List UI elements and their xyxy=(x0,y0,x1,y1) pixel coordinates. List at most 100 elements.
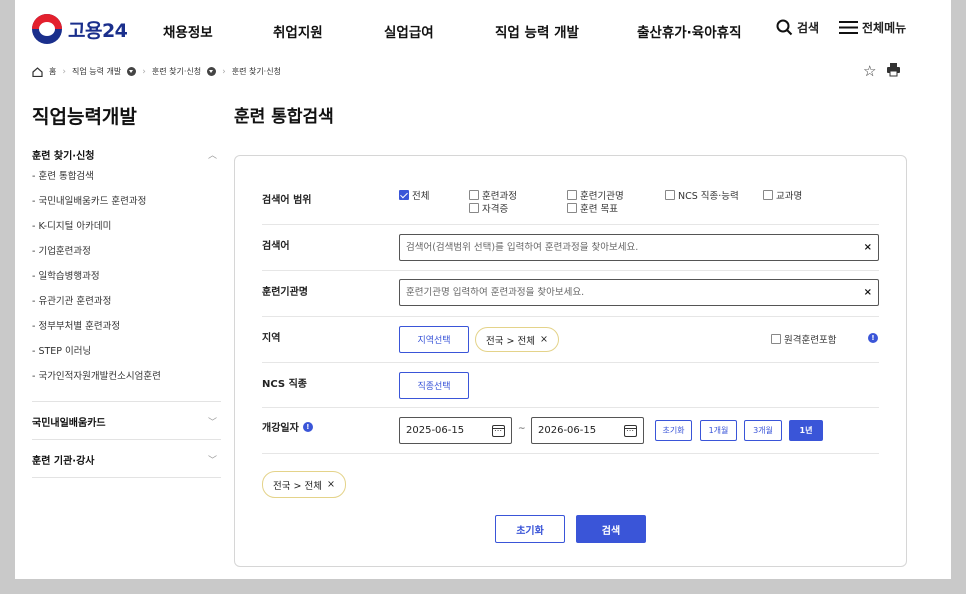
home-icon[interactable] xyxy=(32,66,43,77)
sidebar-item-k-digital[interactable]: - K-디지털 아카데미 xyxy=(32,220,221,245)
sidebar-item-ministry[interactable]: - 정부부처별 훈련과정 xyxy=(32,320,221,345)
checkbox-icon xyxy=(567,203,577,213)
sidebar-item-step[interactable]: - STEP 이러닝 xyxy=(32,345,221,370)
breadcrumb-item-training-search[interactable]: 훈련 찾기·신청 xyxy=(152,66,201,77)
region-chip: 전국 > 전체 × xyxy=(475,327,559,352)
region-select-button[interactable]: 지역선택 xyxy=(399,326,469,353)
scope-checkbox-all[interactable]: 전체 xyxy=(399,188,429,202)
scope-label: 검색어 범위 xyxy=(262,195,312,206)
sidebar-item-work-study[interactable]: - 일학습병행과정 xyxy=(32,270,221,295)
checkbox-icon xyxy=(567,190,577,200)
breadcrumb-home[interactable]: 홈 xyxy=(49,66,56,77)
scope-option-label: 자격증 xyxy=(482,204,509,215)
end-date-input[interactable]: 2026-06-15 xyxy=(531,417,644,444)
info-icon[interactable]: ! xyxy=(302,421,313,432)
sidebar-group-training-search[interactable]: 훈련 찾기·신청 ︿ xyxy=(32,146,221,162)
page-tools: ☆ xyxy=(863,62,901,80)
period-3month-button[interactable]: 3개월 xyxy=(744,420,782,441)
search-button[interactable]: 검색 xyxy=(576,515,646,543)
institution-input[interactable] xyxy=(406,287,864,298)
close-icon[interactable]: × xyxy=(327,479,335,490)
scope-checkbox-ncs[interactable]: NCS 직종·능력 xyxy=(665,188,739,202)
header-search-label: 검색 xyxy=(797,21,820,35)
scope-checkbox-course[interactable]: 훈련과정 xyxy=(469,188,517,202)
search-icon xyxy=(776,19,793,36)
period-reset-button[interactable]: 초기화 xyxy=(655,420,692,441)
keyword-row: 검색어 × xyxy=(262,225,879,271)
nav-item-unemployment-benefit[interactable]: 실업급여 xyxy=(384,21,434,41)
star-icon[interactable]: ☆ xyxy=(863,62,876,80)
sidebar-item-related-agency[interactable]: - 유관기관 훈련과정 xyxy=(32,295,221,320)
all-menu-button[interactable]: 전체메뉴 xyxy=(839,19,906,36)
sidebar-item-corporate[interactable]: - 기업훈련과정 xyxy=(32,245,221,270)
breadcrumb-item-vocational[interactable]: 직업 능력 개발 xyxy=(72,66,121,77)
checkbox-checked-icon xyxy=(399,190,409,200)
clear-icon[interactable]: × xyxy=(864,242,872,253)
sidebar-sub-list: - 훈련 통합검색 - 국민내일배움카드 훈련과정 - K-디지털 아카데미 -… xyxy=(32,170,221,395)
checkbox-icon xyxy=(763,190,773,200)
hamburger-icon xyxy=(839,21,858,34)
region-chip-label: 전국 > 전체 xyxy=(486,335,535,347)
sidebar: 훈련 찾기·신청 ︿ - 훈련 통합검색 - 국민내일배움카드 훈련과정 - K… xyxy=(32,146,221,478)
remote-training-checkbox[interactable]: 원격훈련포함 xyxy=(771,332,836,346)
reset-button[interactable]: 초기화 xyxy=(495,515,565,543)
sidebar-group-institution[interactable]: 훈련 기관·강사 ﹀ xyxy=(32,448,221,470)
period-label: 개강일자 xyxy=(262,423,299,434)
ncs-select-button[interactable]: 직종선택 xyxy=(399,372,469,399)
site-logo[interactable]: 고용24 xyxy=(32,14,128,44)
scope-checkbox-certificate[interactable]: 자격증 xyxy=(469,201,508,215)
scope-option-label: 교과명 xyxy=(776,191,803,202)
scope-checkbox-goal[interactable]: 훈련 목표 xyxy=(567,201,618,215)
nav-item-vocational-training[interactable]: 직업 능력 개발 xyxy=(495,21,579,41)
sidebar-item-integrated-search[interactable]: - 훈련 통합검색 xyxy=(32,170,221,195)
calendar-icon[interactable] xyxy=(624,424,637,437)
scope-checkbox-subject[interactable]: 교과명 xyxy=(763,188,802,202)
clear-icon[interactable]: × xyxy=(864,287,872,298)
chevron-down-icon[interactable] xyxy=(207,67,217,76)
chevron-down-icon: ﹀ xyxy=(207,455,217,466)
institution-label: 훈련기관명 xyxy=(262,287,308,298)
scope-option-label: 훈련기관명 xyxy=(580,191,624,202)
header-search-button[interactable]: 검색 xyxy=(776,19,819,36)
sidebar-divider xyxy=(32,439,221,440)
start-date-value: 2025-06-15 xyxy=(406,425,465,436)
breadcrumb-separator-icon: › xyxy=(62,66,66,77)
breadcrumb: 홈 › 직업 능력 개발 › 훈련 찾기·신청 › 훈련 찾기·신청 xyxy=(32,66,281,77)
scope-option-label: NCS 직종·능력 xyxy=(678,191,739,202)
keyword-input[interactable] xyxy=(406,242,864,253)
date-separator: ~ xyxy=(518,424,526,434)
chevron-up-icon: ︿ xyxy=(207,150,217,161)
sidebar-item-consortium[interactable]: - 국가인적자원개발컨소시엄훈련 xyxy=(32,370,221,395)
sidebar-group-label: 국민내일배움카드 xyxy=(32,417,106,429)
checkbox-icon xyxy=(469,190,479,200)
checkbox-icon xyxy=(469,203,479,213)
chevron-down-icon[interactable] xyxy=(127,67,137,76)
nav-item-jobs[interactable]: 채용정보 xyxy=(163,21,213,41)
info-icon[interactable]: ! xyxy=(868,333,878,343)
sidebar-group-national-card[interactable]: 국민내일배움카드 ﹀ xyxy=(32,410,221,432)
nav-item-parental-leave[interactable]: 출산휴가·육아휴직 xyxy=(637,21,742,41)
nav-item-employment-support[interactable]: 취업지원 xyxy=(273,21,323,41)
period-label-wrap: 개강일자 ! xyxy=(262,419,313,434)
scope-row: 검색어 범위 전체 훈련과정 자격증 훈련기관명 훈련 목표 NCS 직종·능력… xyxy=(262,180,879,225)
chevron-down-icon: ﹀ xyxy=(207,417,217,428)
remote-training-label: 원격훈련포함 xyxy=(784,335,837,346)
scope-option-label: 훈련 목표 xyxy=(580,204,618,215)
period-1month-button[interactable]: 1개월 xyxy=(700,420,737,441)
print-icon[interactable] xyxy=(886,62,901,77)
all-menu-label: 전체메뉴 xyxy=(862,21,907,35)
top-navigation: 고용24 채용정보 취업지원 실업급여 직업 능력 개발 출산휴가·육아휴직 검… xyxy=(15,0,951,56)
period-1year-button[interactable]: 1년 xyxy=(789,420,823,441)
calendar-icon[interactable] xyxy=(492,424,505,437)
sidebar-item-national-card[interactable]: - 국민내일배움카드 훈련과정 xyxy=(32,195,221,220)
scope-checkbox-institution[interactable]: 훈련기관명 xyxy=(567,188,624,202)
logo-text: 고용24 xyxy=(68,19,128,42)
institution-field: × xyxy=(399,279,879,306)
start-date-input[interactable]: 2025-06-15 xyxy=(399,417,512,444)
close-icon[interactable]: × xyxy=(540,334,548,345)
breadcrumb-current: 훈련 찾기·신청 xyxy=(231,67,281,76)
sidebar-divider xyxy=(32,477,221,478)
selected-filter-label: 전국 > 전체 xyxy=(273,480,322,492)
checkbox-icon xyxy=(771,334,781,344)
keyword-label: 검색어 xyxy=(262,241,290,252)
